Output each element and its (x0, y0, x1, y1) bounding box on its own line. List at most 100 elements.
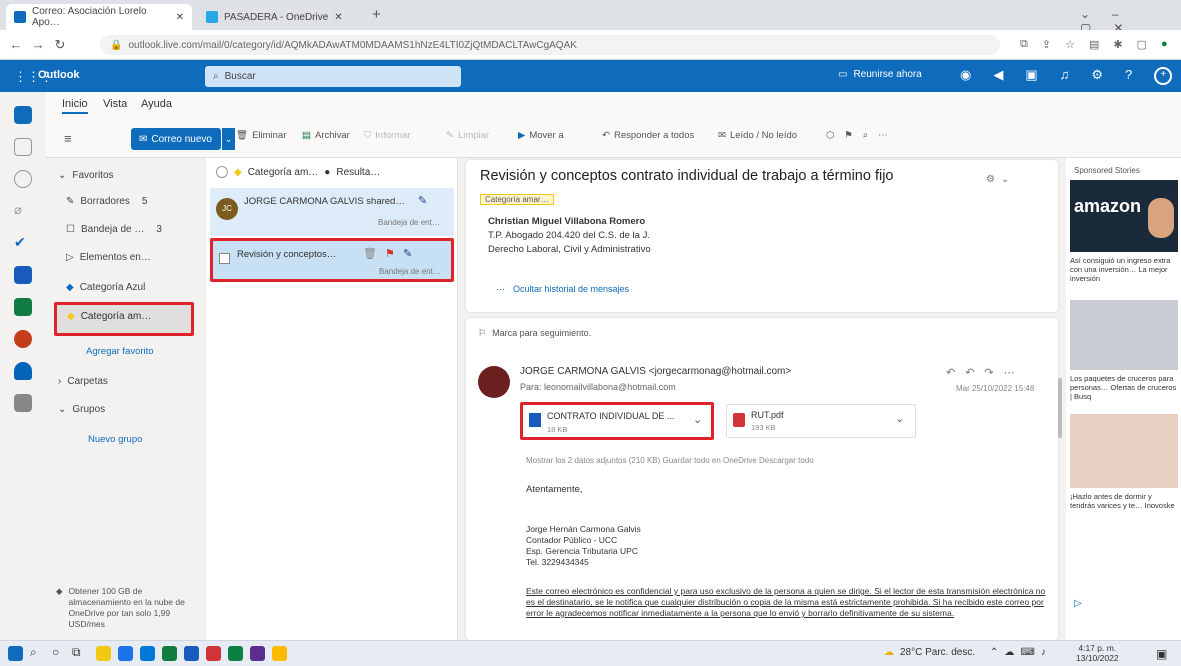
close-icon[interactable]: ✕ (334, 12, 342, 23)
select-all-checkbox[interactable] (216, 166, 228, 178)
profile-icon[interactable]: ● (1161, 38, 1168, 51)
sidebar-icon[interactable]: ▤ (1089, 38, 1099, 51)
folder-category-blue[interactable]: ◆ Categoría Azul (66, 276, 145, 298)
chat-icon[interactable]: ▣ (1025, 67, 1037, 85)
meet-now-button[interactable]: ▭ Reunirse ahora (838, 69, 922, 80)
more-actions[interactable]: ⬡⚑⌕⋯ (826, 130, 898, 141)
pin-icon[interactable]: ✎ (403, 247, 412, 260)
onedrive-icon[interactable] (14, 362, 32, 380)
move-to-button[interactable]: ▶ Mover a (518, 130, 564, 141)
app-icon[interactable] (228, 646, 243, 661)
favorites-header[interactable]: ⌄ Favoritos (58, 164, 114, 186)
share-icon[interactable]: ⇪ (1042, 38, 1051, 51)
folder-category-yellow[interactable]: ◆ Categoría am… (54, 302, 194, 336)
account-avatar-icon[interactable]: + (1154, 67, 1173, 85)
reading-scrollbar[interactable] (1058, 378, 1062, 438)
chevron-down-icon[interactable]: ⌄ (895, 412, 904, 425)
star-icon[interactable]: ☆ (1065, 38, 1075, 51)
reload-icon[interactable]: ↻ (52, 37, 68, 53)
pdf-reader-icon[interactable] (206, 646, 221, 661)
tray-icons[interactable]: ⌃☁⌨♪ (990, 647, 1052, 658)
hide-history-link[interactable]: ⋯ Ocultar historial de mensajes (496, 284, 629, 295)
search-icon[interactable]: ⌕ (30, 645, 37, 660)
extension-icon[interactable]: ⧉ (1020, 38, 1028, 51)
gear-icon[interactable]: ⚙ (1091, 67, 1103, 85)
mail-icon[interactable] (14, 106, 32, 124)
folder-inbox[interactable]: ☐ Bandeja de … 3 (66, 218, 162, 240)
chrome-icon[interactable] (118, 646, 133, 661)
avatar[interactable] (478, 366, 510, 398)
paperclip-icon[interactable]: ⌀ (14, 202, 32, 220)
clock[interactable]: 4:17 p. m. 13/10/2022 (1076, 643, 1119, 663)
tab-inicio[interactable]: Inicio (62, 98, 88, 114)
delete-icon[interactable]: 🗑 (363, 247, 377, 260)
windows-start-icon[interactable] (8, 646, 23, 661)
ad-text[interactable]: Así consiguió un ingreso extra con una i… (1070, 256, 1178, 283)
new-tab-button[interactable]: + (372, 6, 381, 23)
list-item[interactable]: Revisión y conceptos… 🗑 ⚑ ✎ Bandeja de e… (210, 238, 454, 282)
ad-text[interactable]: Los paquetes de cruceros para personas… … (1070, 374, 1178, 401)
excel-icon[interactable] (14, 298, 32, 316)
storage-promo[interactable]: ◆ Obtener 100 GB de almacenamiento en la… (56, 586, 186, 630)
ad-image-amazon[interactable]: amazon (1070, 180, 1178, 252)
tab-ayuda[interactable]: Ayuda (141, 98, 172, 110)
attachment-actions[interactable]: Mostrar los 2 datos adjuntos (210 KB) Gu… (526, 456, 814, 465)
word-icon[interactable] (184, 646, 199, 661)
search-input[interactable]: ⌕ Buscar (205, 66, 461, 87)
followup-flag[interactable]: ⚐ Marca para seguimiento. (478, 328, 591, 339)
file-explorer-icon[interactable] (96, 646, 111, 661)
folder-drafts[interactable]: ✎ Borradores 5 (66, 190, 147, 212)
powerpoint-icon[interactable] (14, 330, 32, 348)
excel-icon[interactable] (162, 646, 177, 661)
close-icon[interactable]: ✕ (176, 12, 184, 23)
groups-header[interactable]: ⌄ Grupos (58, 398, 105, 420)
puzzle-icon[interactable]: ✱ (1113, 38, 1122, 51)
todo-icon[interactable]: ✔ (14, 234, 32, 252)
calendar-icon[interactable] (14, 138, 32, 156)
ad-image-cruise[interactable] (1070, 300, 1178, 370)
forward-icon[interactable]: → (30, 37, 46, 53)
flag-icon[interactable]: ⚑ (385, 247, 395, 260)
new-mail-button[interactable]: ✉ Correo nuevo (131, 128, 221, 150)
apps-icon[interactable] (14, 394, 32, 412)
message-actions[interactable]: ↶↶↷⋯ (946, 366, 1025, 379)
list-results-label[interactable]: Resulta… (336, 167, 380, 178)
cortana-icon[interactable]: ○ (52, 645, 59, 659)
reply-all-button[interactable]: ↶ Responder a todos (602, 130, 694, 141)
word-icon[interactable] (14, 266, 32, 284)
teams-icon[interactable]: ◉ (960, 67, 971, 85)
browser-tab-outlook[interactable]: Correo: Asociación Lorelo Apo… ✕ (6, 4, 192, 30)
notifications-icon[interactable]: ▣ (1156, 647, 1167, 661)
window-icon[interactable]: ▢ (1137, 38, 1147, 51)
bell-icon[interactable]: ♫ (1060, 67, 1070, 85)
new-mail-dropdown[interactable]: ⌄ (221, 128, 235, 150)
ad-choices-icon[interactable]: ▷ (1074, 598, 1082, 609)
ad-text[interactable]: ¡Hazlo antes de dormir y tendrás varices… (1070, 492, 1178, 510)
archive-button[interactable]: ▤ Archivar (302, 130, 350, 141)
megaphone-icon[interactable]: ◀ (993, 67, 1003, 85)
list-item[interactable]: JC JORGE CARMONA GALVIS shared… ✎ Bandej… (210, 188, 454, 236)
pin-icon[interactable]: ✎ (418, 194, 427, 207)
read-unread-button[interactable]: ✉ Leído / No leído (718, 130, 797, 141)
browser-tab-onedrive[interactable]: PASADERA - OneDrive ✕ (198, 4, 362, 30)
category-tag[interactable]: Categoría amar… (480, 194, 554, 205)
delete-button[interactable]: 🗑 Eliminar (236, 130, 286, 141)
folder-sent[interactable]: ▷ Elementos en… (66, 246, 151, 268)
back-icon[interactable]: ← (8, 37, 24, 53)
people-icon[interactable] (14, 170, 32, 188)
add-favorite-link[interactable]: Agregar favorito (86, 346, 154, 357)
url-field[interactable]: 🔒 outlook.live.com/mail/0/category/id/AQ… (100, 35, 1000, 55)
edge-icon[interactable] (140, 646, 155, 661)
folders-header[interactable]: › Carpetas (58, 370, 108, 392)
hamburger-icon[interactable]: ≡ (64, 131, 72, 146)
email-sender[interactable]: JORGE CARMONA GALVIS <jorgecarmonag@hotm… (520, 366, 791, 377)
weather-widget[interactable]: ☁ 28°C Parc. desc. (884, 647, 975, 658)
tab-vista[interactable]: Vista (103, 98, 127, 110)
attachment-contrato[interactable]: CONTRATO INDIVIDUAL DE ... 18 KB ⌄ (520, 402, 714, 440)
app-icon[interactable] (250, 646, 265, 661)
new-group-link[interactable]: Nuevo grupo (88, 434, 142, 445)
task-view-icon[interactable]: ⧉ (72, 645, 81, 660)
report-button[interactable]: ⛉ Informar (364, 130, 411, 141)
ad-image-legs[interactable] (1070, 414, 1178, 488)
thread-actions[interactable]: ⚙⌄ (986, 174, 1015, 185)
